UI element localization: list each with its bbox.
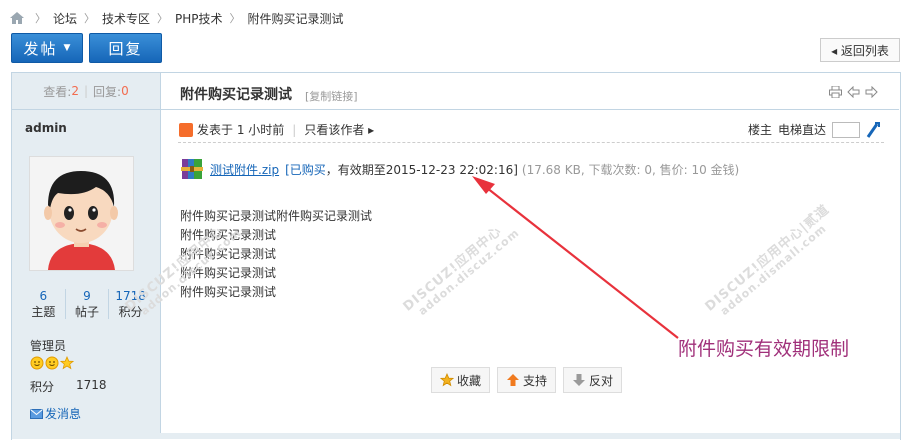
envelope-icon bbox=[30, 408, 43, 419]
next-thread-icon[interactable] bbox=[865, 86, 878, 98]
stat-posts[interactable]: 9 帖子 bbox=[66, 289, 109, 320]
elevator-label: 电梯直达 bbox=[778, 123, 827, 137]
breadcrumb-separator: 〉 bbox=[84, 12, 96, 25]
go-floor-icon[interactable] bbox=[866, 121, 881, 138]
avatar[interactable] bbox=[29, 156, 134, 271]
thread-stats: 查看: 2 | 回复: 0 bbox=[12, 73, 160, 110]
sun-rank-icon bbox=[30, 356, 44, 370]
credit-row: 积分 1718 bbox=[30, 378, 107, 395]
breadcrumb-tech-zone[interactable]: 技术专区 bbox=[102, 10, 150, 27]
oppose-button[interactable]: 反对 bbox=[563, 367, 623, 393]
attachment-link[interactable]: 测试附件.zip bbox=[210, 161, 279, 178]
new-post-label: 发帖 bbox=[23, 39, 58, 58]
author-username[interactable]: admin bbox=[25, 121, 67, 135]
new-post-button[interactable]: 发帖 ▼ bbox=[11, 33, 83, 63]
breadcrumb-separator: 〉 bbox=[229, 12, 241, 25]
rank-stars bbox=[30, 356, 74, 370]
annotation-label: 附件购买有效期限制 bbox=[678, 338, 850, 360]
meta-divider: | bbox=[292, 122, 297, 137]
breadcrumb-current[interactable]: 附件购买记录测试 bbox=[248, 10, 344, 27]
breadcrumb-separator: 〉 bbox=[157, 12, 169, 25]
breadcrumb-separator: 〉 bbox=[35, 12, 46, 25]
favorite-label: 收藏 bbox=[457, 373, 482, 388]
star-rank-icon bbox=[60, 356, 74, 370]
post-meta: 发表于 1 小时前 | 只看该作者 ▸ bbox=[179, 121, 374, 138]
copy-link[interactable]: [复制链接] bbox=[305, 88, 358, 104]
reply-label: 回复 bbox=[108, 39, 143, 58]
content-line: 附件购买记录测试 bbox=[180, 285, 277, 299]
stats-divider: | bbox=[83, 84, 89, 98]
purchased-label: [已购买 bbox=[285, 162, 326, 177]
floor-number-input[interactable] bbox=[832, 121, 861, 138]
credit-label: 积分 bbox=[30, 380, 55, 394]
archive-file-icon bbox=[181, 159, 203, 179]
send-message-link[interactable]: 发消息 bbox=[30, 405, 81, 422]
back-to-list-button[interactable]: ◂ 返回列表 bbox=[820, 38, 900, 62]
breadcrumb-forum[interactable]: 论坛 bbox=[53, 10, 77, 27]
print-icon[interactable] bbox=[829, 86, 842, 98]
support-button[interactable]: 支持 bbox=[497, 367, 557, 393]
views-label: 查看: bbox=[43, 84, 72, 99]
chevron-down-icon: ▼ bbox=[63, 43, 71, 53]
breadcrumb: 〉 论坛 〉 技术专区 〉 PHP技术 〉 附件购买记录测试 bbox=[10, 9, 344, 27]
thumb-down-arrow-icon bbox=[573, 374, 585, 386]
post-divider bbox=[178, 142, 884, 143]
annotation-arrow bbox=[472, 176, 679, 339]
support-label: 支持 bbox=[523, 373, 548, 388]
reply-button[interactable]: 回复 bbox=[89, 33, 162, 63]
stat-value: 9 bbox=[83, 289, 91, 303]
thread-title: 附件购买记录测试 bbox=[180, 87, 292, 103]
home-icon[interactable] bbox=[10, 12, 24, 24]
star-icon bbox=[440, 373, 454, 387]
stat-value: 6 bbox=[39, 289, 48, 303]
content-line: 附件购买记录测试附件购买记录测试 bbox=[180, 209, 373, 223]
replies-count: 0 bbox=[121, 84, 129, 98]
credit-value: 1718 bbox=[76, 378, 107, 392]
replies-label: 回复: bbox=[93, 84, 122, 99]
stat-threads[interactable]: 6 主题 bbox=[22, 289, 65, 320]
footer-strip bbox=[12, 433, 900, 439]
favorite-button[interactable]: 收藏 bbox=[431, 367, 491, 393]
floor-label: 楼主 bbox=[748, 123, 773, 137]
author-only-link[interactable]: 只看该作者 ▸ bbox=[304, 121, 374, 138]
content-line: 附件购买记录测试 bbox=[180, 266, 277, 280]
floor-jump: 楼主 电梯直达 bbox=[748, 121, 881, 138]
user-group[interactable]: 管理员 bbox=[30, 337, 66, 354]
stat-label: 主题 bbox=[31, 305, 56, 319]
post-time: 发表于 1 小时前 bbox=[197, 123, 285, 137]
cartoon-avatar-image bbox=[30, 157, 133, 270]
stat-label: 帖子 bbox=[74, 305, 99, 319]
send-message-label: 发消息 bbox=[45, 407, 82, 421]
views-count: 2 bbox=[71, 84, 79, 98]
breadcrumb-php[interactable]: PHP技术 bbox=[175, 10, 223, 27]
thumb-up-arrow-icon bbox=[507, 374, 519, 386]
oppose-label: 反对 bbox=[589, 373, 614, 388]
sun-rank-icon bbox=[45, 356, 59, 370]
previous-thread-icon[interactable] bbox=[847, 86, 860, 98]
online-status-icon bbox=[179, 122, 193, 137]
